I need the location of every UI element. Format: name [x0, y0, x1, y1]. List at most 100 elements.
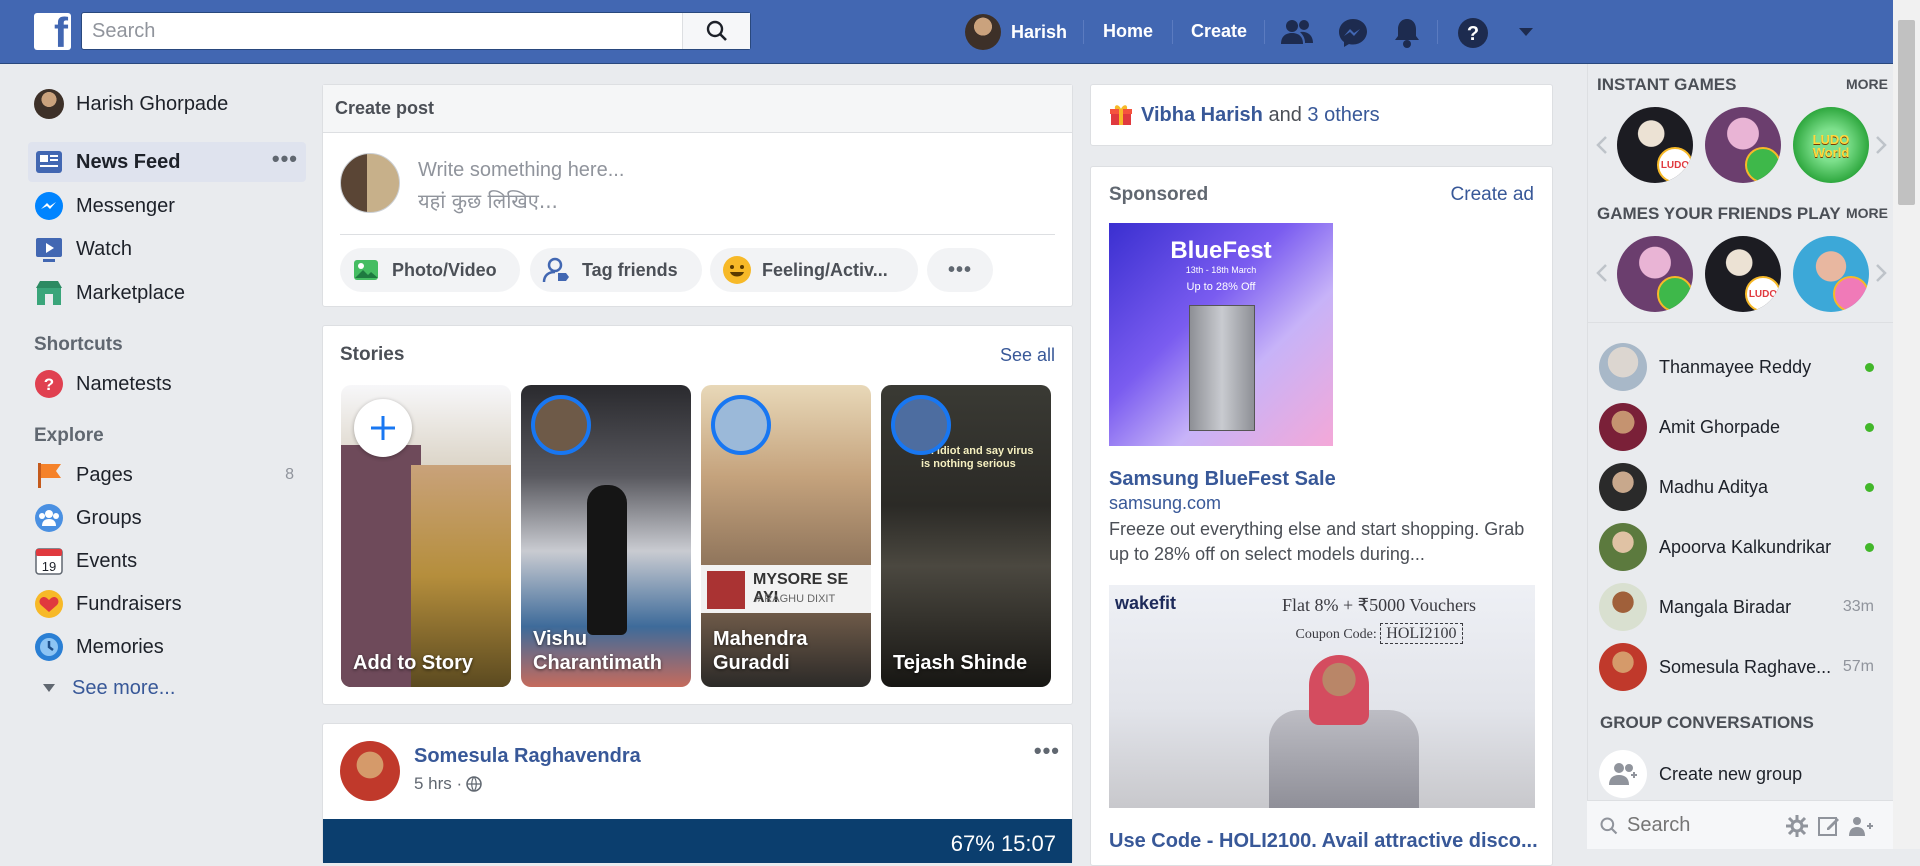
contact-item[interactable]: Amit Ghorpade [1599, 401, 1884, 453]
home-link[interactable]: Home [1103, 21, 1153, 42]
avatar[interactable] [340, 741, 400, 801]
story-add[interactable]: Add to Story [341, 385, 511, 687]
add-story-plus-icon[interactable] [354, 399, 412, 457]
composer-input[interactable]: Write something here... यहां कुछ लिखिए..… [418, 155, 1038, 215]
create-ad-link[interactable]: Create ad [1451, 184, 1534, 206]
explore-heading: Explore [34, 425, 104, 446]
nametests-icon: ? [35, 370, 63, 398]
account-menu-chevron-down-icon[interactable] [1518, 26, 1534, 38]
game-badge [1833, 276, 1869, 312]
online-status-dot [1865, 482, 1874, 492]
create-post-title: Create post [335, 98, 435, 118]
sidebar-item-fundraisers[interactable]: Fundraisers [28, 584, 306, 624]
sidebar-item-events[interactable]: 19 Events [28, 541, 306, 581]
notifications-bell-icon[interactable] [1392, 17, 1422, 49]
action-label: Photo/Video [392, 259, 497, 280]
samsung-ad-image[interactable]: BlueFest 13th - 18th March Up to 28% Off [1109, 223, 1333, 446]
ad-domain[interactable]: samsung.com [1109, 493, 1221, 514]
story-avatar [711, 395, 771, 455]
help-icon[interactable]: ? [1457, 17, 1489, 49]
photo-video-button[interactable]: Photo/Video [340, 248, 520, 292]
sidebar-item-groups[interactable]: Groups [28, 498, 306, 538]
sponsored-card: Sponsored Create ad BlueFest 13th - 18th… [1090, 166, 1553, 866]
post-image[interactable]: 67% 15:07 [323, 819, 1072, 863]
instant-games-more-link[interactable]: MORE [1846, 76, 1888, 92]
chevron-left-icon[interactable] [1596, 263, 1608, 283]
stories-title: Stories [340, 344, 405, 365]
story-avatar [531, 395, 591, 455]
friend-requests-icon[interactable] [1280, 17, 1314, 47]
sidebar-item-pages[interactable]: Pages 8 [28, 455, 306, 495]
create-link[interactable]: Create [1191, 21, 1247, 42]
new-group-icon[interactable] [1848, 814, 1874, 838]
scrollbar-thumb[interactable] [1898, 20, 1915, 205]
sidebar-item-memories[interactable]: Memories [28, 627, 306, 667]
page-scrollbar[interactable] [1893, 0, 1920, 849]
avatar [1599, 343, 1647, 391]
avatar [965, 14, 1001, 50]
game-thumbnail[interactable] [1793, 236, 1869, 312]
story-label: Tejash Shinde [893, 651, 1027, 675]
birthday-name-link[interactable]: Vibha Harish [1141, 104, 1263, 126]
sidebar-item-label: Fundraisers [76, 592, 182, 615]
post-author-link[interactable]: Somesula Raghavendra [414, 745, 641, 768]
feeling-activity-button[interactable]: Feeling/Activ... [710, 248, 918, 292]
story-tejash[interactable]: an idiot and say virus is nothing seriou… [881, 385, 1051, 687]
friends-games-more-link[interactable]: MORE [1846, 205, 1888, 221]
divider [1587, 322, 1893, 323]
memories-clock-icon [35, 633, 63, 661]
sidebar-item-messenger[interactable]: Messenger [28, 186, 306, 226]
gear-icon[interactable] [1785, 814, 1809, 838]
gift-icon [1110, 105, 1132, 125]
chevron-down-icon [43, 684, 55, 692]
profile-link[interactable]: Harish [965, 13, 1067, 51]
search-box [81, 12, 751, 50]
sidebar-see-more[interactable]: See more... [28, 668, 306, 708]
story-mahendra[interactable]: MYSORE SE AYI ♫ RAGHU DIXIT Mahendra Gur… [701, 385, 871, 687]
create-group-label: Create new group [1659, 763, 1803, 784]
contact-item[interactable]: Mangala Biradar 33m [1599, 581, 1884, 633]
chevron-right-icon[interactable] [1875, 263, 1887, 283]
game-thumbnail[interactable] [1705, 107, 1781, 183]
contact-item[interactable]: Thanmayee Reddy [1599, 341, 1884, 393]
sidebar-item-watch[interactable]: Watch [28, 229, 306, 269]
more-options-icon[interactable]: ••• [927, 248, 993, 292]
post-timestamp[interactable]: 5 hrs · [414, 774, 462, 794]
ad-title-link[interactable]: Use Code - HOLI2100. Avail attractive di… [1109, 830, 1538, 853]
chevron-right-icon[interactable] [1875, 135, 1887, 155]
svg-text:?: ? [44, 375, 54, 394]
contact-item[interactable]: Somesula Raghave... 57m [1599, 641, 1884, 693]
sidebar-profile[interactable]: Harish Ghorpade [28, 84, 306, 124]
wakefit-ad-image[interactable]: wakefit Flat 8% + ₹5000 Vouchers Coupon … [1109, 585, 1535, 808]
search-button[interactable] [682, 13, 750, 49]
sidebar-item-marketplace[interactable]: Marketplace [28, 273, 306, 313]
story-author-name: Vishu Charantimath [533, 628, 662, 674]
chat-search-input[interactable] [1627, 811, 1777, 839]
game-thumbnail[interactable]: LUDO [1617, 107, 1693, 183]
sidebar-item-label: News Feed [76, 150, 181, 173]
contact-name: Madhu Aditya [1659, 476, 1769, 497]
ad-title-link[interactable]: Samsung BlueFest Sale [1109, 468, 1336, 491]
chevron-left-icon[interactable] [1596, 135, 1608, 155]
story-vishu[interactable]: Vishu Charantimath [521, 385, 691, 687]
new-message-icon[interactable] [1817, 814, 1841, 838]
game-thumbnail[interactable] [1617, 236, 1693, 312]
contact-item[interactable]: Madhu Aditya [1599, 461, 1884, 513]
ad-banner-offer: Up to 28% Off [1186, 281, 1256, 293]
game-thumbnail[interactable]: LUDO [1705, 236, 1781, 312]
more-options-icon[interactable]: ••• [272, 146, 298, 172]
ludo-world-game-thumbnail[interactable]: LUDO World [1793, 107, 1869, 183]
birthday-others-link[interactable]: 3 others [1307, 104, 1379, 126]
create-new-group-button[interactable]: Create new group [1599, 748, 1884, 800]
messenger-icon[interactable] [1337, 17, 1369, 49]
more-options-icon[interactable]: ••• [1034, 738, 1060, 764]
stories-see-all-link[interactable]: See all [1000, 345, 1055, 366]
facebook-logo-icon[interactable]: f [34, 13, 71, 50]
tag-friends-button[interactable]: Tag friends [530, 248, 702, 292]
instant-games-heading: INSTANT GAMES [1597, 75, 1737, 94]
sidebar-item-nametests[interactable]: ? Nametests [28, 364, 306, 404]
sidebar-item-news-feed[interactable]: News Feed ••• [28, 142, 306, 182]
pages-flag-icon [38, 463, 61, 488]
contact-item[interactable]: Apoorva Kalkundrikar [1599, 521, 1884, 573]
search-input[interactable] [92, 13, 672, 49]
